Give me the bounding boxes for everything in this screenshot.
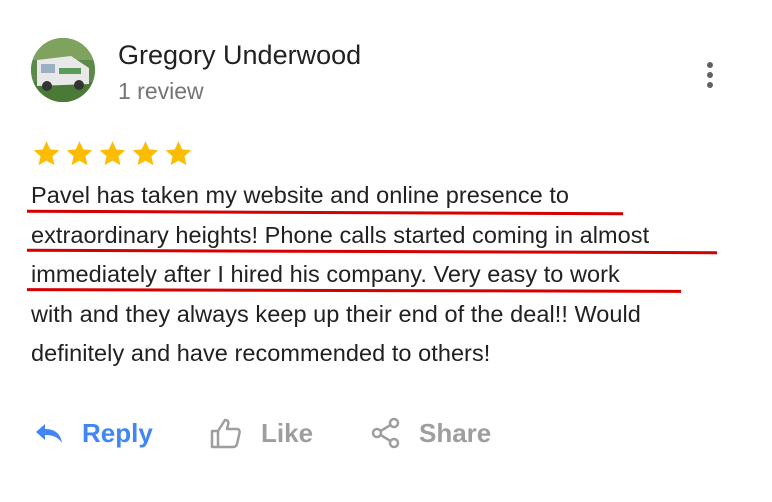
star-icon xyxy=(132,141,159,166)
reply-button[interactable]: Reply xyxy=(34,408,153,458)
avatar[interactable] xyxy=(31,38,95,102)
like-label: Like xyxy=(261,417,314,448)
share-button[interactable]: Share xyxy=(371,408,491,458)
review-count: 1 review xyxy=(118,78,204,104)
more-vert-icon-dot-3 xyxy=(707,82,713,88)
thumbs-up-icon xyxy=(210,418,241,449)
star-icon xyxy=(66,141,93,166)
like-button[interactable]: Like xyxy=(209,408,313,458)
star-icon xyxy=(99,141,126,166)
star-rating xyxy=(31,138,194,169)
share-label: Share xyxy=(419,417,492,448)
avatar-image xyxy=(31,38,95,102)
reply-arrow-icon xyxy=(36,424,62,443)
review-line: with and they always keep up their end o… xyxy=(31,300,641,327)
action-bar: Reply Like Share xyxy=(0,408,772,458)
more-vert-icon-dot-2 xyxy=(707,72,713,78)
review-line: definitely and have recommended to other… xyxy=(31,340,491,366)
reply-label: Reply xyxy=(82,417,153,448)
star-icon xyxy=(165,141,192,166)
review-text: Pavel has taken my website and online pr… xyxy=(31,176,751,374)
star-icon xyxy=(33,141,60,166)
reviewer-name[interactable]: Gregory Underwood xyxy=(118,40,361,71)
more-options-button[interactable] xyxy=(698,60,722,90)
more-vert-icon-dot-1 xyxy=(707,62,713,68)
share-icon xyxy=(371,417,400,449)
